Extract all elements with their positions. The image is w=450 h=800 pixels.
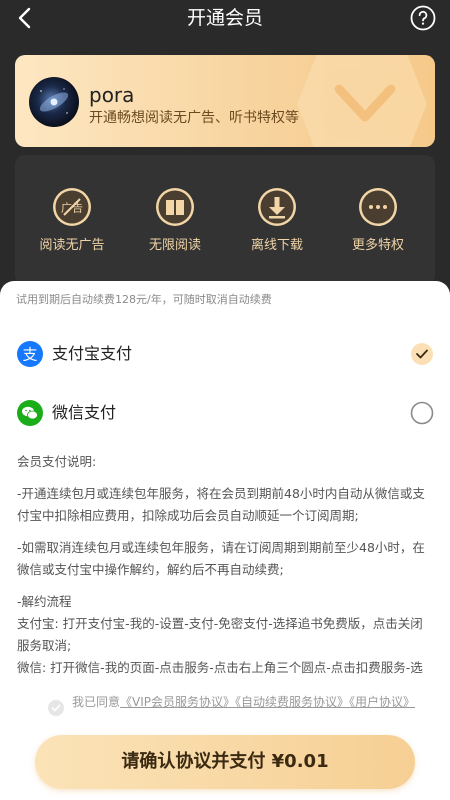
- payment-option-label: 微信支付: [52, 403, 117, 422]
- agreement-text: 我已同意《VIP会员服务协议》《自动续费服务协议》《用户协议》: [72, 693, 422, 712]
- terms-paragraph: -如需取消连续包月或连续包年服务，请在订阅周期到期前至少48小时，在微信或支付宝…: [17, 540, 425, 577]
- privilege-offline-download[interactable]: 离线下载: [232, 187, 322, 254]
- member-card: pora 开通畅想阅读无广告、听书特权等: [15, 55, 435, 147]
- more-icon: [359, 188, 397, 226]
- privilege-more[interactable]: 更多特权: [333, 187, 423, 254]
- vip-badge-decoration-icon: [297, 55, 427, 147]
- privilege-label: 更多特权: [351, 238, 404, 253]
- agreement-checkbox-icon[interactable]: [48, 700, 64, 716]
- agreement-prefix: 我已同意: [72, 695, 121, 709]
- auto-renew-agreement-link[interactable]: 《自动续费服务协议》: [235, 695, 349, 709]
- confirm-pay-button[interactable]: 请确认协议并支付 ¥0.01: [35, 735, 415, 789]
- top-nav-bar: 开通会员: [0, 0, 450, 38]
- page-title: 开通会员: [186, 7, 263, 29]
- book-icon: [156, 188, 194, 226]
- vip-agreement-link[interactable]: 《VIP会员服务协议》: [120, 695, 235, 709]
- wechat-pay-icon: [17, 400, 43, 426]
- terms-paragraph: -解约流程: [17, 594, 72, 609]
- unselected-radio-icon[interactable]: [410, 401, 434, 425]
- no-ad-icon: 广告: [53, 188, 91, 226]
- terms-paragraph: 微信: 打开微信-我的页面-点击服务-点击右上角三个圆点-点击扣费服务-选择追书…: [17, 660, 423, 675]
- download-icon: [258, 188, 296, 226]
- alipay-icon: 支: [17, 341, 43, 367]
- selected-check-icon[interactable]: [410, 342, 434, 366]
- privilege-unlimited-reading[interactable]: 无限阅读: [130, 187, 220, 254]
- user-agreement-link[interactable]: 《用户协议》: [349, 695, 415, 709]
- privilege-label: 离线下载: [250, 238, 303, 253]
- payment-option-label: 支付宝支付: [52, 344, 133, 363]
- privilege-label: 阅读无广告: [39, 238, 105, 253]
- membership-terms: 会员支付说明: -开通连续包月或连续包年服务，将在会员到期前48小时内自动从微信…: [17, 451, 435, 676]
- member-card-subtitle: 开通畅想阅读无广告、听书特权等: [89, 110, 299, 126]
- help-icon[interactable]: [410, 5, 436, 31]
- privilege-label: 无限阅读: [148, 238, 201, 253]
- agreement-row: 我已同意《VIP会员服务协议》《自动续费服务协议》《用户协议》: [0, 693, 450, 737]
- username: pora: [89, 83, 135, 107]
- auto-renew-note: 试用到期后自动续费128元/年，可随时取消自动续费: [16, 293, 272, 306]
- payment-bottom-sheet: 试用到期后自动续费128元/年，可随时取消自动续费 支 支付宝支付 微信支付 会…: [0, 281, 450, 800]
- terms-title: 会员支付说明:: [17, 454, 97, 469]
- terms-paragraph: -开通连续包月或连续包年服务，将在会员到期前48小时内自动从微信或支付宝中扣除相…: [17, 486, 425, 523]
- payment-option-wechat[interactable]: 微信支付: [0, 394, 450, 434]
- avatar[interactable]: [29, 77, 79, 127]
- payment-option-alipay[interactable]: 支 支付宝支付: [0, 335, 450, 375]
- svg-text:支: 支: [22, 346, 37, 364]
- terms-paragraph: 支付宝: 打开支付宝-我的-设置-支付-免密支付-选择追书免费版，点击关闭服务取…: [17, 616, 423, 653]
- galaxy-avatar-icon: [39, 88, 69, 114]
- privilege-no-ads[interactable]: 广告 阅读无广告: [27, 187, 117, 254]
- privileges-panel: 广告 阅读无广告 无限阅读 离线下载 更多特权: [15, 155, 435, 285]
